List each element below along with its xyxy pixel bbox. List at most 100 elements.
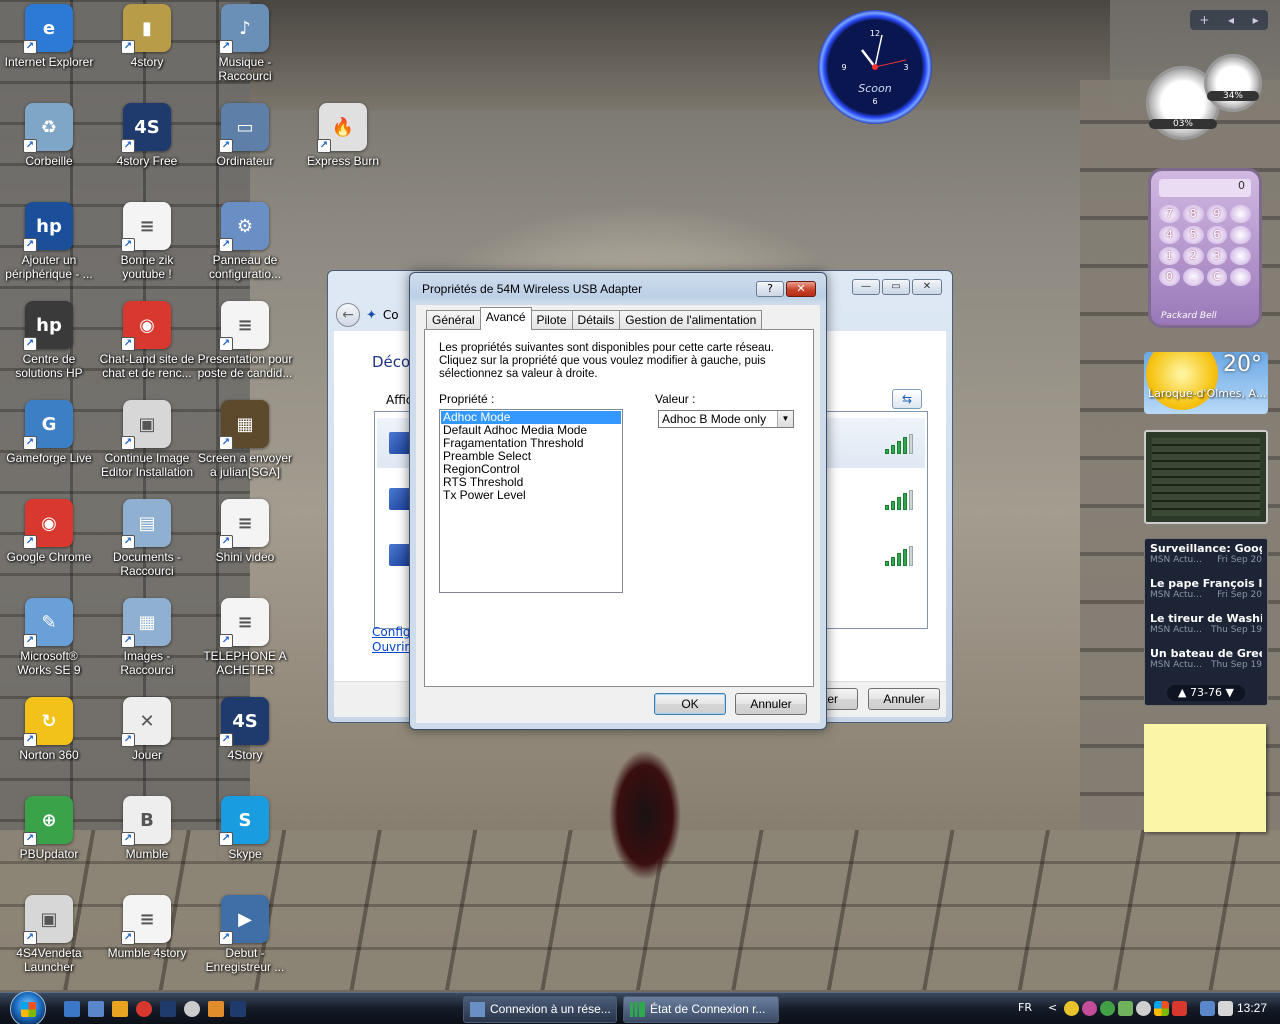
desktop-icon-28[interactable]: S ↗ Skype (196, 796, 294, 861)
desktop-icon-7[interactable]: 🔥 ↗ Express Burn (294, 103, 392, 168)
calculator-key[interactable]: 9 (1206, 205, 1228, 223)
desktop-icon-22[interactable]: ≡ ↗ TELEPHONE A ACHETER (196, 598, 294, 677)
tab-avancé[interactable]: Avancé (479, 307, 532, 330)
ok-button[interactable]: OK (654, 693, 726, 715)
help-button[interactable]: ? (756, 281, 784, 297)
back-arrow-icon[interactable]: ← (336, 303, 360, 327)
calculator-key[interactable]: 5 (1182, 226, 1204, 244)
back-cancel-button[interactable]: Annuler (868, 688, 940, 710)
4story-quicklaunch-icon[interactable] (160, 1001, 176, 1017)
calculator-key[interactable]: 7 (1159, 205, 1180, 223)
desktop-icon-16[interactable]: ▦ ↗ Screen a envoyer a julian[SGA] (196, 400, 294, 479)
desktop-icon-9[interactable]: ≡ ↗ Bonne zik youtube ! (98, 202, 196, 281)
weather-gadget[interactable]: 20° Laroque-d'Olmes, A... (1144, 352, 1268, 414)
sticky-note-gadget[interactable] (1144, 724, 1266, 832)
desktop-icon-19[interactable]: ≡ ↗ Shini video (196, 499, 294, 564)
calculator-key[interactable] (1230, 226, 1251, 244)
desktop-icon-23[interactable]: ↻ ↗ Norton 360 (0, 697, 98, 762)
calculator-key[interactable]: 4 (1159, 226, 1180, 244)
maximize-button[interactable]: ▭ (882, 279, 910, 295)
slideshow-gadget[interactable] (1144, 430, 1268, 524)
news-item[interactable]: Surveillance: Google,...MSN Actu... Fri S… (1150, 542, 1262, 577)
task-connection-status[interactable]: État de Connexion r... (623, 996, 779, 1023)
calculator-key[interactable] (1230, 247, 1251, 265)
property-item[interactable]: Tx Power Level (441, 489, 621, 502)
tab-pilote[interactable]: Pilote (530, 310, 573, 330)
desktop-icon-26[interactable]: ⊕ ↗ PBUpdator (0, 796, 98, 861)
burn-quicklaunch-icon[interactable] (208, 1001, 224, 1017)
desktop-icon-17[interactable]: ◉ ↗ Google Chrome (0, 499, 98, 564)
network-tray-icon[interactable] (1200, 1001, 1215, 1016)
calculator-key[interactable]: C (1206, 268, 1228, 286)
calculator-key[interactable]: 3 (1206, 247, 1228, 265)
volume-tray-icon[interactable] (1218, 1001, 1233, 1016)
calculator-key[interactable] (1230, 268, 1251, 286)
desktop-icon-31[interactable]: ▶ ↗ Debut - Enregistreur ... (196, 895, 294, 974)
update-tray-icon[interactable] (1100, 1001, 1115, 1016)
desktop-icon-2[interactable]: ▮ ↗ 4story (98, 4, 196, 69)
sidebar-prev-icon[interactable]: ◂ (1228, 13, 1234, 27)
desktop-icon-13[interactable]: ≡ ↗ Presentation pour poste de candid... (196, 301, 294, 380)
desktop-icon-10[interactable]: ⚙ ↗ Panneau de configuratio... (196, 202, 294, 281)
tray-expand-icon[interactable]: < (1048, 1001, 1057, 1014)
calculator-key[interactable] (1230, 205, 1251, 223)
desktop-icon-18[interactable]: ▤ ↗ Documents - Raccourci (98, 499, 196, 578)
messenger-tray-icon[interactable] (1082, 1001, 1097, 1016)
mumble-tray-icon[interactable] (1136, 1001, 1151, 1016)
chrome-quicklaunch-icon[interactable] (136, 1001, 152, 1017)
desktop-icon-25[interactable]: 4S ↗ 4Story (196, 697, 294, 762)
mumble-quicklaunch-icon[interactable] (184, 1001, 200, 1017)
desktop-icon-6[interactable]: ▭ ↗ Ordinateur (196, 103, 294, 168)
language-indicator[interactable]: FR (1018, 1001, 1032, 1014)
minimize-button[interactable]: — (852, 279, 880, 295)
clock-gadget[interactable]: 12 3 6 9 Scoon (818, 10, 932, 124)
desktop-icon-11[interactable]: hp ↗ Centre de solutions HP (0, 301, 98, 380)
tab-gestion-de-l-alimentation[interactable]: Gestion de l'alimentation (619, 310, 763, 330)
calculator-key[interactable]: 6 (1206, 226, 1228, 244)
norton-tray-icon[interactable] (1064, 1001, 1079, 1016)
desktop-icon-14[interactable]: G ↗ Gameforge Live (0, 400, 98, 465)
sidebar-next-icon[interactable]: ▸ (1253, 13, 1259, 27)
news-item[interactable]: Le tireur de Washing...MSN Actu... Thu Se… (1150, 612, 1262, 647)
memory-gauge[interactable]: 34% (1204, 54, 1262, 112)
calculator-key[interactable]: . (1182, 268, 1204, 286)
desktop-icon-3[interactable]: ♪ ↗ Musique - Raccourci (196, 4, 294, 83)
switch-windows-icon[interactable] (88, 1001, 104, 1017)
show-desktop-icon[interactable] (64, 1001, 80, 1017)
calculator-gadget[interactable]: 0 789 456 123 0.C Packard Bell (1148, 168, 1262, 328)
desktop-icon-20[interactable]: ✎ ↗ Microsoft® Works SE 9 (0, 598, 98, 677)
calculator-key[interactable]: 1 (1159, 247, 1180, 265)
news-item[interactable]: Un bateau de Green...MSN Actu... Thu Sep … (1150, 647, 1262, 682)
desktop-icon-21[interactable]: ▦ ↗ Images - Raccourci (98, 598, 196, 677)
4story-quicklaunch-icon[interactable] (230, 1001, 246, 1017)
tab-détails[interactable]: Détails (571, 310, 621, 330)
property-list[interactable]: Adhoc Mode Default Adhoc Media Mode Fragam… (439, 409, 623, 593)
open-link[interactable]: Ouvrir (372, 640, 409, 654)
desktop-icon-8[interactable]: hp ↗ Ajouter un périphérique - ... (0, 202, 98, 281)
windows-tray-icon[interactable] (1154, 1001, 1169, 1016)
app-tray-icon[interactable] (1172, 1001, 1187, 1016)
start-button[interactable] (10, 991, 46, 1024)
task-network-connection[interactable]: Connexion à un rése... (463, 996, 617, 1023)
refresh-icon[interactable]: ⇆ (892, 389, 922, 409)
desktop-icon-1[interactable]: e ↗ Internet Explorer (0, 4, 98, 69)
desktop-icon-24[interactable]: ✕ ↗ Jouer (98, 697, 196, 762)
desktop-icon-27[interactable]: B ↗ Mumble (98, 796, 196, 861)
desktop-icon-30[interactable]: ≡ ↗ Mumble 4story (98, 895, 196, 960)
security-tray-icon[interactable] (1118, 1001, 1133, 1016)
media-player-icon[interactable] (112, 1001, 128, 1017)
cancel-button[interactable]: Annuler (735, 693, 807, 715)
tab-général[interactable]: Général (426, 310, 481, 330)
calculator-key[interactable]: 0 (1159, 268, 1180, 286)
calculator-key[interactable]: 8 (1182, 205, 1204, 223)
desktop-icon-15[interactable]: ▣ ↗ Continue Image Editor Installation (98, 400, 196, 479)
desktop-icon-12[interactable]: ◉ ↗ Chat-Land site de chat et de renc... (98, 301, 196, 380)
chevron-down-icon[interactable]: ▼ (777, 411, 793, 427)
calculator-key[interactable]: 2 (1182, 247, 1204, 265)
desktop-icon-29[interactable]: ▣ ↗ 4S4Vendeta Launcher (0, 895, 98, 974)
news-item[interactable]: Le pape François livr...MSN Actu... Fri S… (1150, 577, 1262, 612)
clock-time[interactable]: 13:27 (1237, 1001, 1267, 1015)
value-select[interactable]: Adhoc B Mode only ▼ (658, 410, 794, 428)
configure-link[interactable]: Config (372, 625, 411, 639)
news-pager[interactable]: ▲ 73-76 ▼ (1167, 685, 1245, 701)
